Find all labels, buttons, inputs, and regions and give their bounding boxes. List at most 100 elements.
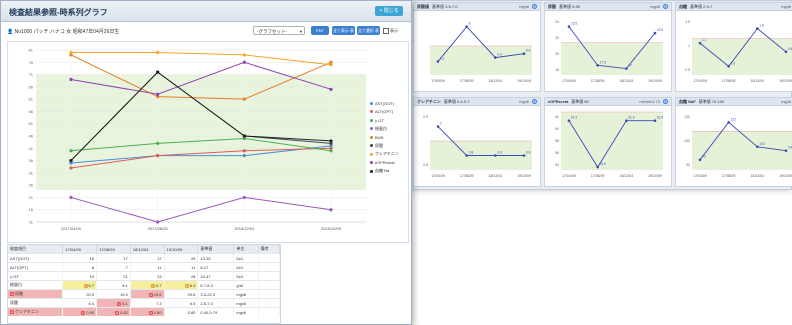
timeseries-chart: 11 16 21 26 31 36 41 46 51 56 61 66 71 76 81 2017/04/09… [7, 41, 409, 243]
settings-icon[interactable]: ⚙ [532, 99, 537, 104]
mini-data-label: 61.5 [657, 116, 663, 120]
value-cell: 11 [130, 262, 165, 272]
mini-data-label: 0.8 [497, 151, 502, 155]
settings-icon[interactable]: ⚙ [663, 99, 668, 104]
legend-item[interactable]: AST(GOT) [370, 99, 399, 108]
mini-data-point [465, 154, 468, 157]
mini-data-label: 6.4 [497, 53, 502, 57]
close-button[interactable]: × 閉じる [375, 6, 403, 16]
legend-swatch [370, 110, 373, 114]
title-bar: 検査結果参照‐時系列グラフ × 閉じる [1, 1, 411, 22]
legend-item[interactable]: BUN [370, 133, 399, 142]
y-tick-label: 51 [29, 121, 34, 126]
mini-data-label: 6.2 [440, 56, 445, 60]
show-all-button[interactable]: 全て表示 表示 [332, 26, 355, 42]
mini-data-point [698, 41, 702, 45]
select-all-button[interactable]: 全て選択 表示 [357, 26, 380, 42]
mini-chart-svg: 17/04/09 17/08/29 18/12/04 19/10/09 6.2 8 6.4 6… [430, 22, 532, 83]
legend-item[interactable]: 血糖 Na [370, 167, 399, 176]
cell-text: 6.7 [156, 282, 162, 288]
mini-chart-title: eGFRcreat [548, 99, 569, 104]
graph-set-select[interactable]: ‐グラフセット‐ ▾ [253, 26, 305, 35]
mini-y-tick: 20 [555, 52, 559, 56]
value-cell: 29 [164, 253, 199, 263]
mini-data-label: 0.3 [731, 61, 736, 65]
column-header[interactable]: 基準値 [197, 245, 235, 254]
abnormal-flag: L [184, 283, 189, 288]
mini-chart-svg: 0.9 0.8 17/04/09 17/08/29 18/12/04 19/10/09 1 0… [423, 115, 532, 178]
test-name-cell: γ-GT [8, 271, 64, 281]
column-header[interactable]: 検査項目 [8, 245, 64, 254]
mini-y-tick: 58 [555, 139, 559, 143]
pdf-button[interactable]: PDF [311, 26, 329, 35]
value-cell [258, 307, 280, 316]
cell-text: g/dl [236, 282, 243, 288]
mini-chart-title: 血糖 NaF [679, 98, 696, 104]
checkbox-box[interactable] [383, 28, 389, 34]
data-point [242, 149, 246, 153]
table-row[interactable]: H クレアチニン H 0.90 H 0.82 H 0.80 0.80 0.40-0.79 mg/dl [8, 307, 280, 316]
y-tick-label: 61 [29, 97, 34, 102]
mini-data-point [522, 154, 526, 157]
value-cell: 23 [130, 271, 165, 281]
table-row[interactable]: ALT(GPT) 8 7 11 11 6-27 IU/L [8, 262, 280, 272]
data-point [69, 158, 73, 163]
mini-chart-unit: mg/dl [650, 4, 660, 9]
window-title: 検査結果参照‐時系列グラフ [9, 8, 108, 17]
mini-data-label: 93 [702, 155, 706, 159]
cell-text: 23 [157, 273, 162, 279]
legend-item[interactable]: 尿酸 [370, 142, 399, 151]
settings-icon[interactable]: ⚙ [532, 4, 537, 9]
table-row[interactable]: H 尿酸 20.0 19.0 H 19.6 29.6 3.5-22.0 mg/dl [8, 289, 280, 299]
display-checkbox[interactable]: 表示 [383, 28, 398, 34]
column-header[interactable]: 19/10/09 [164, 245, 199, 254]
mini-data-label: 17 [628, 64, 632, 68]
data-point [156, 70, 160, 74]
cell-text: 7 [125, 264, 128, 270]
checkbox-label: 表示 [390, 28, 398, 33]
column-header[interactable]: 単位 [233, 245, 259, 254]
column-header[interactable]: 18/12/04 [130, 245, 165, 254]
value-cell: 29.6 [164, 289, 199, 299]
data-point [242, 97, 246, 101]
legend-item[interactable]: 総蛋白 [370, 125, 399, 134]
mini-data-point [465, 25, 468, 28]
value-cell: H 0.90 [62, 307, 98, 316]
column-header[interactable]: 備考 [258, 245, 280, 254]
table-row[interactable]: γ-GT 19 21 23 28 10-47 IU/L [8, 271, 280, 281]
legend-item[interactable]: eGFRcreat [370, 159, 399, 168]
cell-text: 2.5-7.0 [200, 300, 213, 306]
table-row[interactable]: 尿酸 6.4 H 6.1 7.3 6.5 2.5-7.0 mg/dl [8, 298, 280, 308]
x-tick-label: 2019/10/09 [321, 226, 342, 231]
cell-text: ALT(GPT) [10, 264, 28, 270]
cell-text: mg/dl [236, 309, 247, 315]
mini-x-tick: 19/10/09 [648, 79, 662, 83]
mini-chart-svg: 120 100 90 17/04/09 17/08/29 18/12/04 19/10/09… [684, 115, 792, 178]
table-row[interactable]: 総蛋白 L 6.7 8.1 L 6.7 L 6.3 6.7-8.3 g/dl [8, 280, 280, 290]
y-tick-label: 41 [29, 146, 34, 151]
mini-data-point [436, 60, 440, 63]
settings-icon[interactable]: ⚙ [663, 4, 668, 9]
mini-x-tick: 19/10/09 [779, 79, 792, 83]
test-name-cell: H クレアチニン [8, 307, 64, 316]
column-header[interactable]: 17/04/09 [62, 245, 98, 254]
abnormal-flag: H [148, 310, 153, 315]
mini-data-label: 1.1 [702, 38, 707, 42]
legend-item[interactable]: クレアチニン [370, 150, 399, 159]
legend-item[interactable]: γ-GT [370, 116, 399, 125]
value-cell: IU/L [233, 253, 259, 263]
test-name-cell: 尿酸 [8, 298, 64, 308]
table-row[interactable]: AST(GOT) 16 17 17 29 13-33 IU/L [8, 253, 280, 263]
mini-y-tick: 24 [555, 20, 559, 24]
column-header[interactable]: 17/08/29 [96, 245, 131, 254]
chart-svg: 11 16 21 26 31 36 41 46 51 56 61 66 71 76 81 2017/04/09… [29, 48, 366, 231]
mini-x-tick: 19/10/09 [779, 174, 792, 178]
abnormal-flag: L [83, 283, 88, 288]
cell-text: 29 [190, 255, 196, 261]
data-point [156, 154, 160, 158]
cell-text: 17 [157, 255, 162, 261]
data-point [69, 77, 73, 82]
value-cell: 8.1 [96, 280, 131, 290]
legend-item[interactable]: ALT(GPT) [370, 108, 399, 117]
value-cell: 8 [62, 262, 98, 272]
